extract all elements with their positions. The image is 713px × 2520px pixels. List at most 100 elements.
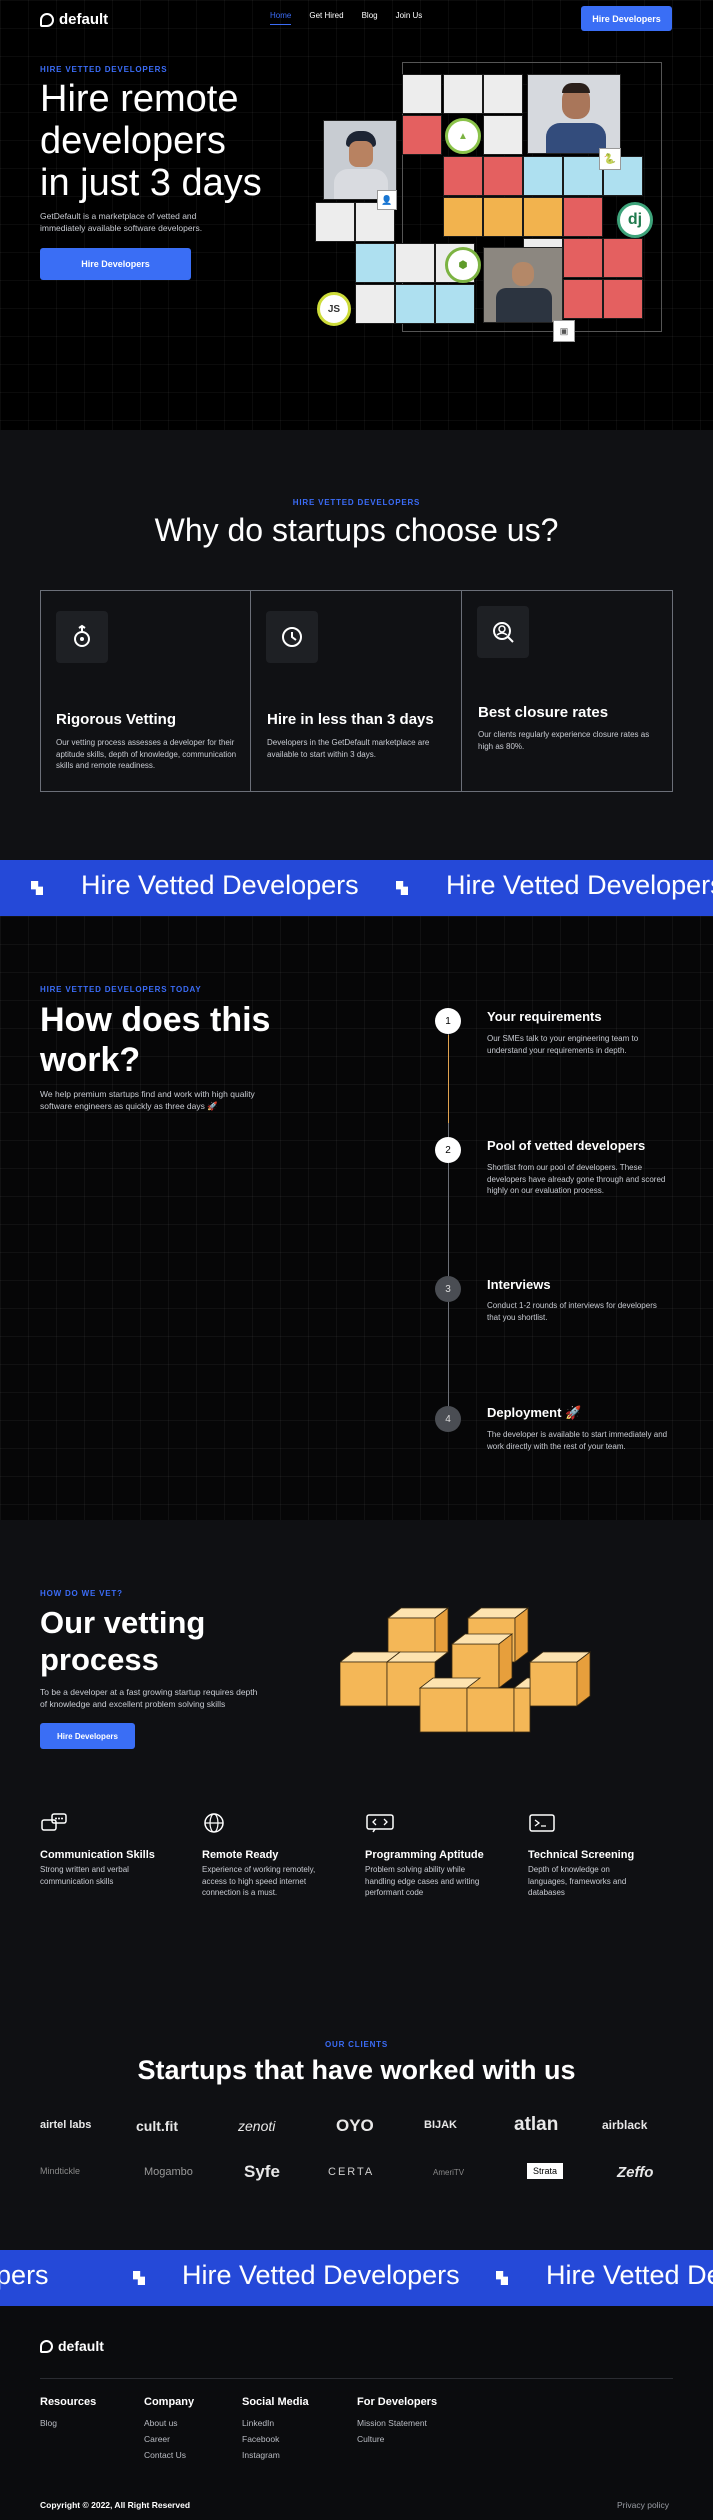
footer-link[interactable]: Contact Us xyxy=(144,2450,194,2460)
hero-grid-illustration: ▲ ⬢ dj JS 🐍 👤 ▣ xyxy=(315,62,670,342)
step-text: The developer is available to start imme… xyxy=(487,1430,668,1451)
footer-link[interactable]: About us xyxy=(144,2418,194,2428)
nav-link-get-hired[interactable]: Get Hired xyxy=(309,11,343,25)
step-title: Deployment 🚀 xyxy=(487,1405,582,1420)
clients-eyebrow: OUR CLIENTS xyxy=(324,2040,389,2049)
chat-icon xyxy=(41,1813,67,1831)
footer-link[interactable]: Career xyxy=(144,2434,194,2444)
client-logo-bijak: BIJAK xyxy=(424,2119,458,2131)
copyright: Copyright © 2022, All Right Reserved xyxy=(40,2500,191,2510)
footer-col-social: Social Media LinkedIn Facebook Instagram xyxy=(242,2396,309,2460)
client-logo-syfe: Syfe xyxy=(244,2162,280,2181)
how-eyebrow: HIRE VETTED DEVELOPERS TODAY xyxy=(40,985,202,994)
vetting-eyebrow: HOW DO WE VET? xyxy=(40,1589,123,1598)
step-number-2: 2 xyxy=(435,1137,461,1163)
why-card-title: Rigorous Vetting xyxy=(56,711,176,728)
cube-icon: ▣ xyxy=(553,320,575,342)
footer-link[interactable]: Blog xyxy=(40,2418,96,2428)
brand-mark-icon xyxy=(40,2339,53,2353)
nav-link-home[interactable]: Home xyxy=(270,11,292,25)
nav-link-blog[interactable]: Blog xyxy=(362,11,378,25)
feature-title: Technical Screening xyxy=(528,1849,635,1861)
python-icon: 🐍 xyxy=(599,148,621,170)
clock-icon xyxy=(266,611,318,663)
feature-text: Depth of knowledge on languages, framewo… xyxy=(528,1865,627,1897)
why-card-title: Hire in less than 3 days xyxy=(267,711,434,728)
ticker-text: Hire Vetted Developers xyxy=(546,2260,713,2290)
feature-text: Problem solving ability while handling e… xyxy=(365,1865,480,1897)
step-text: Conduct 1-2 rounds of interviews for dev… xyxy=(487,1301,657,1322)
client-logo-zenoti: zenoti xyxy=(238,2118,276,2134)
step-title: Your requirements xyxy=(487,1009,602,1024)
feature-text: Experience of working remotely, access t… xyxy=(202,1865,316,1897)
vetting-hire-button[interactable]: Hire Developers xyxy=(40,1723,135,1749)
hero-title: Hire remote developers in just 3 days xyxy=(40,78,262,204)
client-logo-mindtickle: Mindtickle xyxy=(40,2166,81,2176)
footer-link[interactable]: Culture xyxy=(357,2434,437,2444)
vetting-subtitle: To be a developer at a fast growing star… xyxy=(40,1687,258,1709)
why-card-closure: Best closure rates Our clients regularly… xyxy=(461,590,673,792)
client-logo-zeffo: Zeffo xyxy=(617,2164,654,2181)
ticker-mark-icon xyxy=(133,2271,145,2285)
client-logo-airblack: airblack xyxy=(602,2118,648,2132)
ticker-banner-bottom: elopers Hire Vetted Developers Hire Vett… xyxy=(0,2250,713,2306)
feature-programming: Programming Aptitude Problem solving abi… xyxy=(365,1812,515,1899)
ticker-mark-icon xyxy=(396,881,408,895)
feature-text: Strong written and verbal communication … xyxy=(40,1865,129,1886)
why-card-text: Our clients regularly experience closure… xyxy=(478,730,650,751)
developer-photo-3 xyxy=(483,247,563,323)
step-text: Shortlist from our pool of developers. T… xyxy=(487,1163,666,1195)
hero-eyebrow: HIRE VETTED DEVELOPERS xyxy=(40,65,168,74)
javascript-icon: JS xyxy=(317,292,351,326)
terminal-icon xyxy=(529,1814,555,1832)
clients-title: Startups that have worked with us xyxy=(137,2055,576,2085)
feature-remote: Remote Ready Experience of working remot… xyxy=(202,1812,352,1899)
timeline-progress xyxy=(448,1035,449,1123)
brand-logo[interactable]: default xyxy=(40,11,108,28)
ticker-text: Hire Vetted Developers xyxy=(81,870,359,900)
ticker-text: Hire Vetted Developers xyxy=(182,2260,460,2290)
client-logo-oyo: OYO xyxy=(336,2116,374,2135)
client-logo-cultfit: cult.fit xyxy=(136,2118,178,2134)
step-number-3: 3 xyxy=(435,1276,461,1302)
nav-hire-button[interactable]: Hire Developers xyxy=(581,6,672,31)
how-subtitle: We help premium startups find and work w… xyxy=(40,1089,255,1111)
client-logo-ameritv: AmeriTV xyxy=(433,2168,465,2177)
footer-link[interactable]: Mission Statement xyxy=(357,2418,437,2428)
main-nav: Home Get Hired Blog Join Us xyxy=(270,11,422,25)
ticker-text: Hire Vetted Developers xyxy=(446,870,713,900)
clients-section xyxy=(0,1980,713,2250)
hero-hire-button[interactable]: Hire Developers xyxy=(40,248,191,280)
feature-title: Communication Skills xyxy=(40,1849,155,1861)
user-search-icon xyxy=(477,606,529,658)
footer-link[interactable]: Facebook xyxy=(242,2434,309,2444)
step-text: Our SMEs talk to your engineering team t… xyxy=(487,1034,639,1055)
brand-name: default xyxy=(59,11,109,28)
code-chat-icon xyxy=(366,1814,394,1833)
ticker-mark-icon xyxy=(496,2271,508,2285)
footer-link[interactable]: Instagram xyxy=(242,2450,309,2460)
client-logo-atlan: atlan xyxy=(514,2114,559,2135)
blocks-illustration xyxy=(340,1607,592,1733)
client-logo-certa: CERTA xyxy=(328,2166,375,2178)
feature-technical: Technical Screening Depth of knowledge o… xyxy=(528,1812,678,1899)
why-title: Why do startups choose us? xyxy=(154,512,559,548)
step-title: Pool of vetted developers xyxy=(487,1138,646,1153)
why-card-hire-fast: Hire in less than 3 days Developers in t… xyxy=(250,590,462,792)
globe-icon xyxy=(204,1813,224,1833)
privacy-policy-link[interactable]: Privacy policy xyxy=(617,2500,669,2510)
why-eyebrow: HIRE VETTED DEVELOPERS xyxy=(292,498,421,507)
footer-brand[interactable]: default xyxy=(40,2338,104,2354)
profile-cube-icon: 👤 xyxy=(377,190,397,210)
nav-link-join-us[interactable]: Join Us xyxy=(396,11,423,25)
footer-link[interactable]: LinkedIn xyxy=(242,2418,309,2428)
footer-col-resources: Resources Blog xyxy=(40,2396,97,2428)
vetting-title: Our vetting process xyxy=(40,1605,206,1677)
footer-col-company: Company About us Career Contact Us xyxy=(144,2396,195,2460)
client-logo-mogambo: Mogambo xyxy=(144,2166,193,2178)
footer-divider xyxy=(40,2378,673,2379)
step-number-4: 4 xyxy=(435,1406,461,1432)
ticker-banner-top: Hire Vetted Developers Hire Vetted Devel… xyxy=(0,860,713,916)
step-title: Interviews xyxy=(487,1277,551,1292)
why-card-text: Our vetting process assesses a developer… xyxy=(56,738,237,770)
